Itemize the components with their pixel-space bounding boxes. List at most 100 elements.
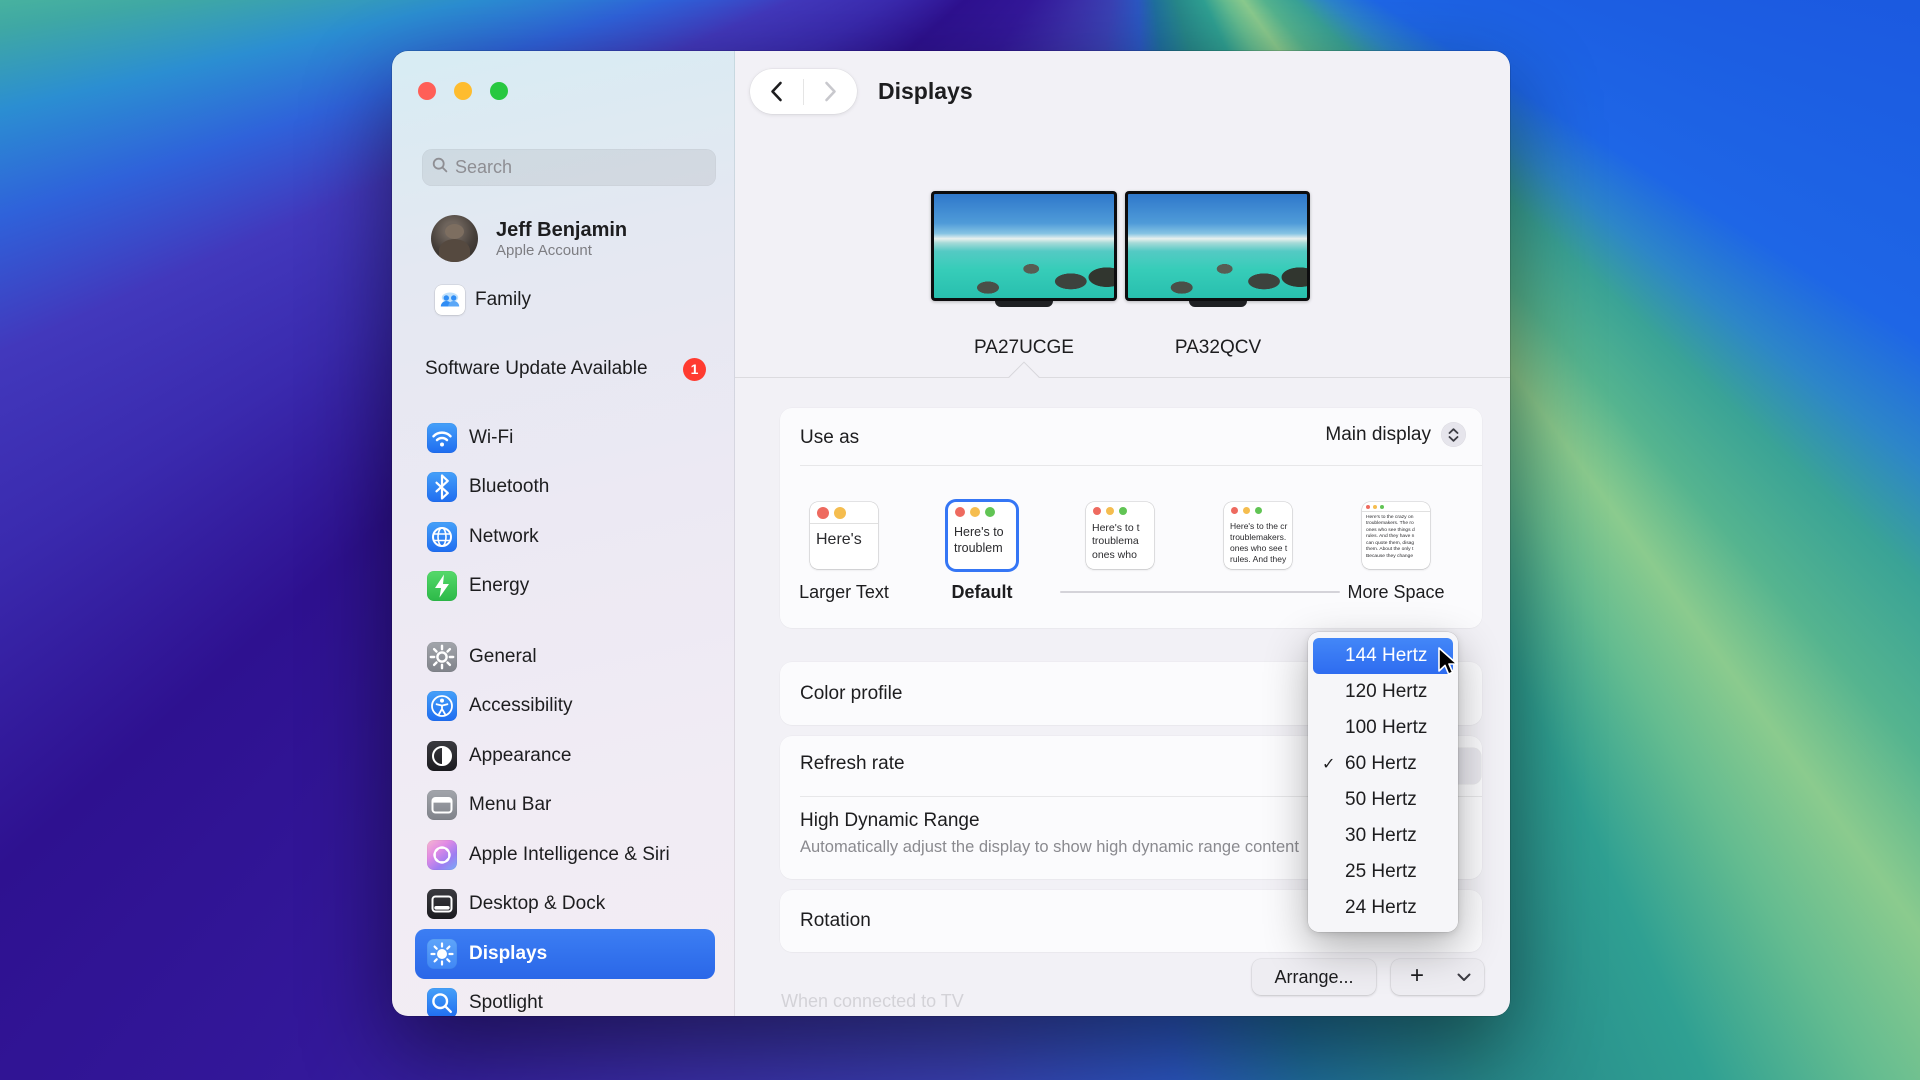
sidebar-item-label: Energy [469, 575, 529, 597]
desktop-wallpaper: { "glyphs": { "check": "✓", "plus": "+",… [0, 0, 1920, 1080]
monitor-name: PA32QCV [1125, 337, 1311, 359]
sidebar-item-label: Menu Bar [469, 794, 551, 816]
monitor-pa27ucge[interactable] [931, 191, 1117, 307]
sidebar-item-label: Spotlight [469, 992, 543, 1014]
sidebar-item-accessibility[interactable]: Accessibility [415, 682, 715, 732]
sidebar-item-desktop-dock[interactable]: Desktop & Dock [415, 880, 715, 930]
menu-item-144-hertz[interactable]: 144 Hertz [1313, 638, 1453, 674]
sidebar-item-label: Wi-Fi [469, 427, 513, 449]
menu-item-120-hertz[interactable]: 120 Hertz [1313, 674, 1453, 710]
displays-pane: Displays PA27UCGE PA32QCV Use as Main di… [735, 51, 1510, 1016]
monitor-screen-wallpaper [1128, 194, 1307, 298]
sidebar-item-displays[interactable]: Displays [415, 929, 715, 979]
menu-item-50-hertz[interactable]: 50 Hertz [1313, 782, 1453, 818]
sidebar-item-software-update[interactable]: Software Update Available 1 [425, 357, 706, 381]
forward-button[interactable] [804, 69, 857, 114]
bolt-icon [427, 571, 457, 601]
sidebar-item-energy[interactable]: Energy [415, 562, 715, 612]
accessibility-icon [427, 691, 457, 721]
scale-option-more-space[interactable]: Here's to the crazy ontroublemakers. The… [1327, 502, 1465, 603]
menu-item-25-hertz[interactable]: 25 Hertz [1313, 854, 1453, 890]
software-update-label: Software Update Available [425, 358, 648, 380]
add-display-split-button: + [1391, 959, 1484, 995]
monitor-stand [995, 301, 1053, 307]
gear-icon [427, 642, 457, 672]
system-settings-window: Jeff Benjamin Apple Account Family Softw… [392, 51, 1510, 1016]
arrange-button[interactable]: Arrange... [1252, 959, 1376, 995]
color-profile-label: Color profile [800, 683, 902, 705]
sidebar-group-connectivity: Wi-Fi Bluetooth Network Energy [415, 413, 715, 611]
page-title: Displays [878, 78, 973, 105]
sidebar-item-general[interactable]: General [415, 632, 715, 682]
display-arrangement [931, 191, 1310, 307]
brightness-icon [427, 939, 457, 969]
update-count-badge: 1 [683, 358, 706, 381]
chevron-down-icon [1457, 973, 1471, 982]
scale-option-label: More Space [1347, 582, 1444, 603]
scale-option-4[interactable]: Here's to the crtroublemakers.ones who s… [1189, 502, 1327, 603]
minimize-button[interactable] [454, 82, 472, 100]
scale-option-larger-text[interactable]: Here's Larger Text [775, 502, 913, 603]
when-connected-to-tv-label: When connected to TV [781, 991, 964, 1012]
search-input[interactable] [455, 157, 706, 178]
family-label: Family [475, 289, 531, 311]
sidebar-group-system: General Accessibility Appearance Menu Ba… [415, 632, 715, 1016]
zoom-button[interactable] [490, 82, 508, 100]
sidebar-item-network[interactable]: Network [415, 512, 715, 562]
menu-item-60-hertz[interactable]: ✓60 Hertz [1313, 746, 1453, 782]
add-display-button[interactable]: + [1391, 959, 1443, 995]
menu-item-24-hertz[interactable]: 24 Hertz [1313, 890, 1453, 926]
resolution-scale-options: Here's Larger Text Here's totroublem Def… [775, 502, 1465, 603]
use-as-label: Use as [800, 427, 859, 449]
sidebar-item-apple-intelligence[interactable]: Apple Intelligence & Siri [415, 830, 715, 880]
sidebar-item-label: Displays [469, 943, 547, 965]
monitor-pa32qcv[interactable] [1125, 191, 1310, 307]
nav-history-control [750, 69, 857, 114]
use-as-popup[interactable]: Main display [1325, 422, 1466, 447]
profile-row[interactable]: Jeff Benjamin Apple Account [431, 215, 718, 262]
scale-option-label: Default [951, 582, 1012, 603]
sidebar-item-spotlight[interactable]: Spotlight [415, 979, 715, 1017]
profile-subtitle: Apple Account [496, 242, 627, 259]
use-as-card: Use as Main display Here's Larger Text [780, 408, 1482, 628]
sidebar-item-label: Accessibility [469, 695, 572, 717]
menu-bar-icon [427, 790, 457, 820]
refresh-rate-label: Refresh rate [800, 753, 905, 775]
scale-option-default[interactable]: Here's totroublem Default [913, 502, 1051, 603]
menu-item-100-hertz[interactable]: 100 Hertz [1313, 710, 1453, 746]
desktop-dock-icon [427, 889, 457, 919]
sidebar-item-family[interactable]: Family [435, 285, 718, 315]
thumb-traffic-dots [948, 502, 1016, 521]
sidebar-item-appearance[interactable]: Appearance [415, 731, 715, 781]
contrast-icon [427, 741, 457, 771]
scale-track-line [1060, 591, 1340, 593]
spotlight-icon [427, 988, 457, 1016]
hdr-label: High Dynamic Range [800, 810, 980, 832]
chevron-up-down-icon [1441, 422, 1466, 447]
sidebar-item-bluetooth[interactable]: Bluetooth [415, 463, 715, 513]
sidebar-item-label: Apple Intelligence & Siri [469, 844, 670, 866]
window-controls [418, 82, 508, 100]
selected-display-pointer [1008, 361, 1039, 392]
scale-option-label: Larger Text [799, 582, 889, 603]
menu-item-30-hertz[interactable]: 30 Hertz [1313, 818, 1453, 854]
sidebar-item-label: General [469, 646, 537, 668]
thumb-traffic-dots [1086, 502, 1154, 519]
thumb-traffic-dots [810, 502, 878, 524]
close-button[interactable] [418, 82, 436, 100]
search-icon [432, 157, 448, 178]
avatar [431, 215, 478, 262]
back-button[interactable] [750, 69, 803, 114]
add-display-menu-button[interactable] [1443, 959, 1484, 995]
sidebar-item-menu-bar[interactable]: Menu Bar [415, 781, 715, 831]
use-as-value: Main display [1325, 424, 1431, 446]
sidebar-item-label: Appearance [469, 745, 571, 767]
family-icon [435, 285, 465, 315]
ai-siri-icon [427, 840, 457, 870]
search-field[interactable] [422, 149, 716, 186]
rotation-label: Rotation [800, 910, 871, 932]
scale-option-3[interactable]: Here's to ttroublemaones who [1051, 502, 1189, 603]
sidebar-item-wifi[interactable]: Wi-Fi [415, 413, 715, 463]
thumb-traffic-dots [1362, 502, 1430, 512]
sidebar-item-label: Bluetooth [469, 476, 549, 498]
